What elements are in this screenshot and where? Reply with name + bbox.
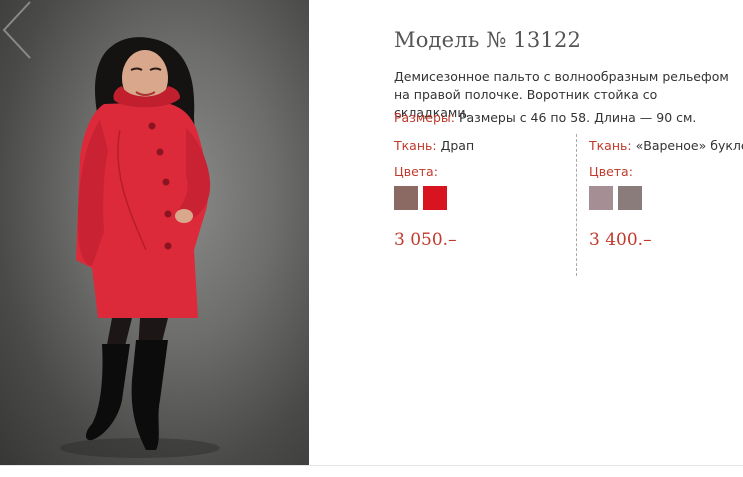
model-illustration [60, 37, 220, 458]
color-swatch[interactable] [618, 186, 642, 210]
color-swatches [589, 186, 642, 210]
fabric-label: Ткань: [589, 138, 632, 153]
price: 3 050.– [394, 230, 457, 250]
color-swatch[interactable] [394, 186, 418, 210]
fabric-line: Ткань: «Вареное» букле [589, 138, 743, 153]
sizes-label: Размеры: [394, 110, 455, 125]
product-photo [0, 0, 309, 465]
price: 3 400.– [589, 230, 652, 250]
fabric-label: Ткань: [394, 138, 437, 153]
fabric-value: Драп [440, 138, 475, 153]
fabric-value: «Вареное» букле [635, 138, 743, 153]
product-title: Модель № 13122 [394, 28, 582, 52]
variant-divider [576, 134, 577, 276]
colors-label: Цвета: [589, 164, 633, 179]
sizes-value: Размеры с 46 по 58. Длина — 90 см. [458, 110, 697, 125]
divider-line [0, 465, 743, 466]
color-swatch[interactable] [423, 186, 447, 210]
fabric-line: Ткань: Драп [394, 138, 474, 153]
chevron-left-icon[interactable] [0, 0, 34, 60]
color-swatches [394, 186, 447, 210]
product-sizes: Размеры: Размеры с 46 по 58. Длина — 90 … [394, 110, 696, 125]
color-swatch[interactable] [589, 186, 613, 210]
colors-label: Цвета: [394, 164, 438, 179]
